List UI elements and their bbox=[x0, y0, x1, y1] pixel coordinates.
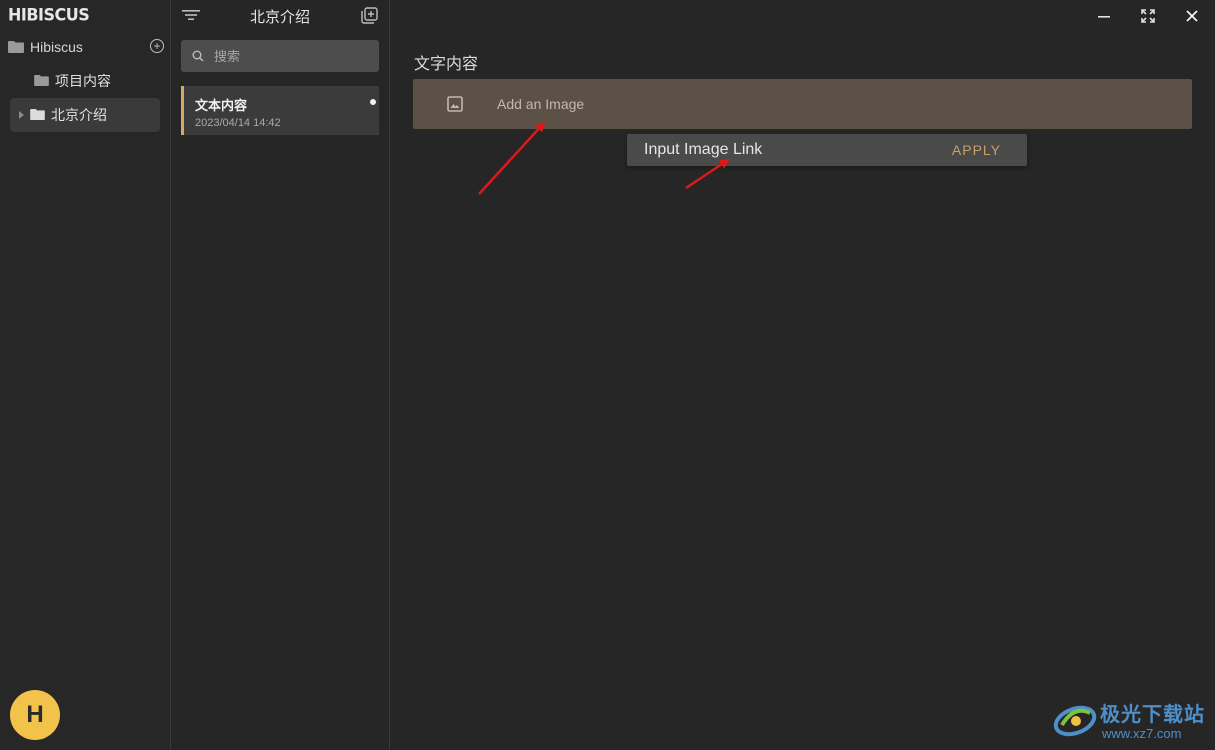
apply-button[interactable]: APPLY bbox=[952, 142, 1001, 158]
avatar[interactable]: H bbox=[10, 690, 60, 740]
note-card[interactable]: 文本内容 2023/04/14 14:42 bbox=[181, 86, 379, 135]
add-image-block[interactable]: Add an Image bbox=[413, 79, 1192, 129]
notebook-title: 北京介绍 bbox=[249, 9, 310, 26]
app-window: HIBISCUS Hibiscus + 项目内容 北京介绍 H 北京介绍 搜索 … bbox=[0, 0, 1215, 750]
document-title[interactable]: 文字内容 bbox=[414, 50, 478, 74]
close-icon[interactable] bbox=[1182, 6, 1202, 26]
watermark: 极光下载站 www.xz7.com bbox=[1052, 695, 1212, 745]
watermark-logo-icon bbox=[1053, 705, 1097, 737]
search-box[interactable] bbox=[181, 40, 379, 72]
folder-icon bbox=[8, 41, 24, 53]
add-image-label: Add an Image bbox=[497, 96, 585, 112]
minimize-icon[interactable] bbox=[1094, 6, 1114, 26]
search-input[interactable] bbox=[212, 47, 366, 65]
image-link-input[interactable]: Input Image Link bbox=[644, 141, 762, 159]
expand-caret-icon[interactable] bbox=[19, 111, 24, 119]
notebook-root[interactable]: Hibiscus + bbox=[8, 36, 164, 58]
unsaved-dot bbox=[370, 99, 376, 105]
notebook-root-label: Hibiscus bbox=[30, 39, 83, 55]
sidebar-item-beijing[interactable]: 北京介绍 bbox=[10, 98, 160, 132]
image-link-popup: Input Image Link APPLY bbox=[627, 134, 1027, 166]
add-notebook-icon[interactable]: + bbox=[150, 39, 164, 53]
sidebar: HIBISCUS Hibiscus + 项目内容 北京介绍 H bbox=[0, 0, 171, 750]
note-date: 2023/04/14 14:42 bbox=[195, 117, 281, 129]
maximize-icon[interactable] bbox=[1138, 6, 1158, 26]
note-list-panel: 北京介绍 文本内容 2023/04/14 14:42 bbox=[171, 0, 390, 750]
app-logo: HIBISCUS bbox=[8, 4, 90, 25]
search-icon bbox=[192, 50, 204, 62]
folder-icon bbox=[34, 75, 50, 87]
new-note-icon[interactable] bbox=[361, 7, 378, 29]
sidebar-item-project[interactable]: 项目内容 bbox=[10, 64, 160, 98]
watermark-brand: 极光下载站 bbox=[1100, 704, 1205, 726]
watermark-url: www.xz7.com bbox=[1102, 726, 1182, 741]
note-title: 文本内容 bbox=[195, 98, 248, 113]
folder-icon bbox=[30, 109, 46, 121]
sidebar-item-label: 北京介绍 bbox=[51, 107, 107, 123]
editor-panel: 文字内容 Add an Image Input Image Link APPLY bbox=[390, 0, 1215, 750]
image-icon bbox=[447, 96, 463, 112]
sidebar-item-label: 项目内容 bbox=[55, 73, 111, 89]
